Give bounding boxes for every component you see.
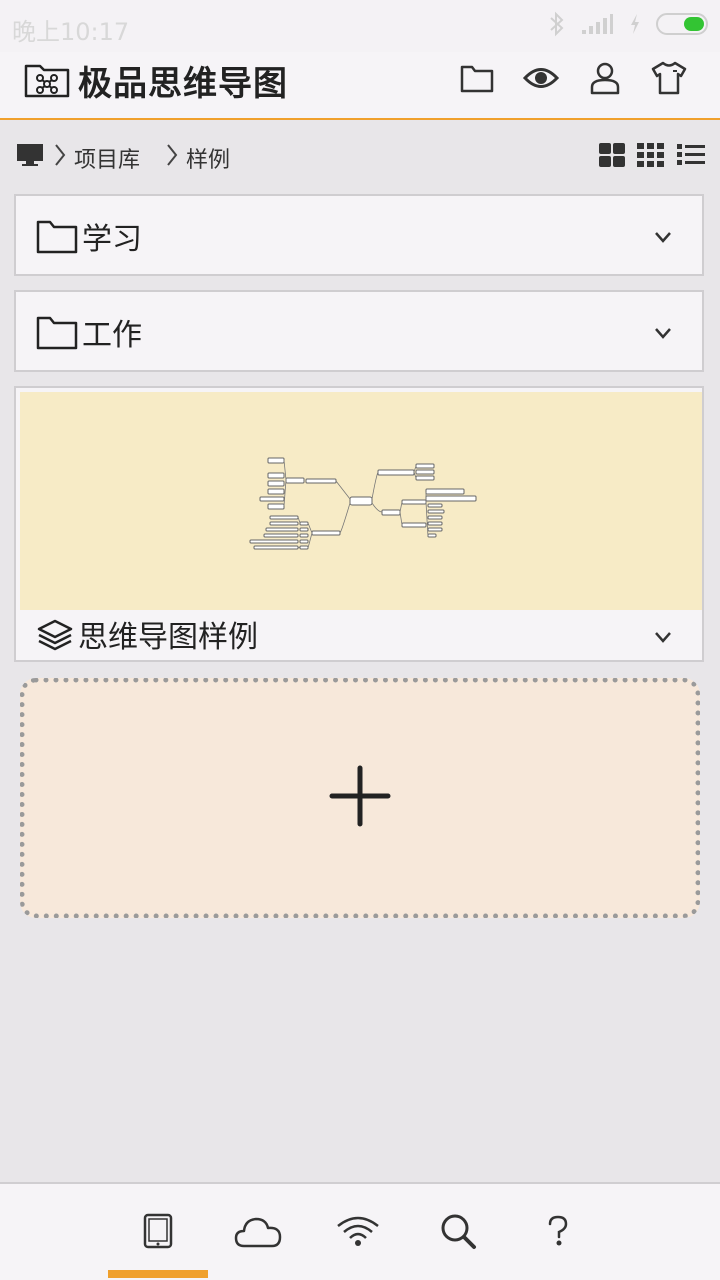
tablet-icon <box>143 1213 173 1253</box>
add-new-button[interactable] <box>20 678 700 918</box>
bottom-nav <box>0 1182 720 1280</box>
chevron-down-icon[interactable] <box>654 228 672 247</box>
user-icon <box>589 61 621 99</box>
chevron-right-icon <box>166 143 178 173</box>
plus-icon <box>328 764 392 832</box>
chevron-down-icon[interactable] <box>654 324 672 343</box>
folder-button[interactable] <box>458 60 496 100</box>
status-bar: 晚上10:17 <box>0 0 720 52</box>
eye-icon <box>522 65 560 95</box>
preview-button[interactable] <box>522 60 560 100</box>
chevron-down-icon[interactable] <box>654 628 672 647</box>
breadcrumb-label: 项目库 <box>74 148 141 173</box>
app-bar: 极品思维导图 <box>0 52 720 120</box>
tab-local[interactable] <box>108 1208 208 1258</box>
breadcrumb-item-samples[interactable]: 样例 <box>156 142 230 174</box>
cloud-icon <box>234 1214 282 1252</box>
tab-help[interactable] <box>508 1208 608 1258</box>
folder-card-work[interactable]: 工作 <box>14 290 704 372</box>
status-time: 晚上10:17 <box>12 18 130 46</box>
small-grid-view-button[interactable] <box>636 142 666 174</box>
mindmap-logo-icon <box>24 60 70 102</box>
folder-label: 工作 <box>82 318 142 353</box>
battery-level <box>684 17 704 31</box>
active-tab-indicator <box>108 1270 208 1278</box>
bluetooth-icon <box>548 10 566 38</box>
mindmap-thumbnail[interactable] <box>20 392 702 610</box>
computer-icon[interactable] <box>16 142 44 174</box>
folder-label: 学习 <box>82 222 142 257</box>
mindmap-label: 思维导图样例 <box>78 620 258 655</box>
folder-card-study[interactable]: 学习 <box>14 194 704 276</box>
battery-icon <box>656 13 708 35</box>
breadcrumb-label: 样例 <box>186 148 231 173</box>
search-icon <box>439 1212 477 1254</box>
tab-cloud[interactable] <box>208 1208 308 1258</box>
account-button[interactable] <box>586 60 624 100</box>
tab-wifi[interactable] <box>308 1208 408 1258</box>
breadcrumb-item-library[interactable]: 项目库 <box>44 142 140 174</box>
large-grid-view-button[interactable] <box>598 142 626 174</box>
breadcrumb: 项目库 样例 <box>16 140 706 176</box>
tab-search[interactable] <box>408 1208 508 1258</box>
folder-icon <box>36 218 78 258</box>
signal-icon <box>580 12 614 36</box>
folder-icon <box>460 63 494 97</box>
help-icon <box>545 1214 571 1252</box>
folder-icon <box>36 314 78 354</box>
theme-button[interactable] <box>650 60 688 100</box>
chevron-right-icon <box>54 143 66 173</box>
wifi-icon <box>335 1214 381 1252</box>
list-view-button[interactable] <box>676 142 706 174</box>
layers-icon <box>36 618 74 656</box>
app-title: 极品思维导图 <box>78 64 288 104</box>
shirt-icon <box>651 61 687 99</box>
mindmap-card-sample[interactable]: 思维导图样例 <box>14 386 704 662</box>
charging-icon <box>628 12 642 36</box>
